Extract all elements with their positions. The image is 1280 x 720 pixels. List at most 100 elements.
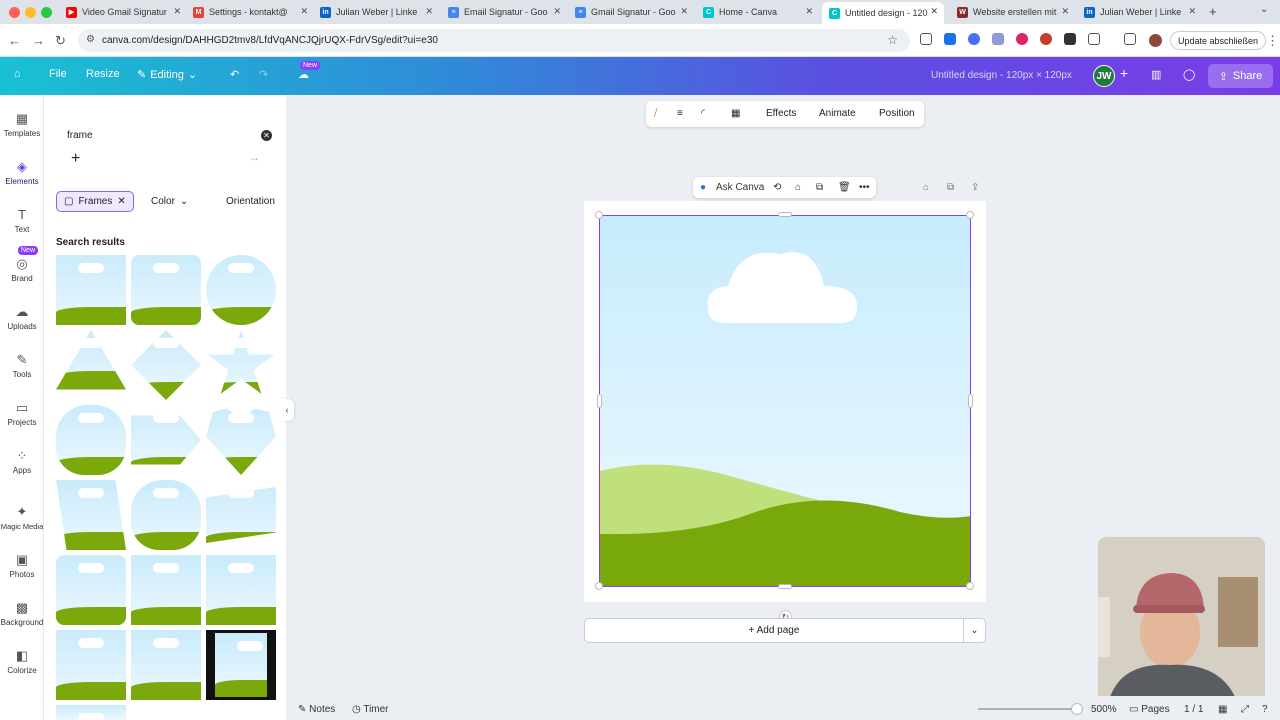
collapse-panel-icon[interactable]: ‹ [280, 399, 294, 421]
browser-tab-active[interactable]: C Untitled design - 120 ✕ [822, 2, 944, 24]
corner-rounding-icon[interactable]: ◜ [701, 108, 705, 119]
frame-result[interactable] [206, 255, 276, 325]
rail-item-apps[interactable]: ⁘ Apps [0, 448, 44, 475]
close-tab-icon[interactable]: ✕ [173, 6, 181, 17]
add-icon[interactable]: + [71, 150, 80, 168]
delete-icon[interactable]: 🗑 [838, 182, 851, 193]
resize-handle[interactable] [966, 211, 974, 219]
resize-handle[interactable] [595, 211, 603, 219]
browser-tab[interactable]: in Julian Weber | Linke ✕ [320, 2, 433, 22]
resize-handle[interactable] [595, 582, 603, 590]
frame-result[interactable] [56, 480, 126, 550]
zoom-level[interactable]: 500% [1091, 704, 1117, 715]
clear-search-icon[interactable]: ✕ [261, 130, 272, 141]
browser-tab[interactable]: in Julian Weber | Linke ✕ [1084, 2, 1196, 22]
rail-item-text[interactable]: T Text [0, 207, 44, 234]
frame-result[interactable] [131, 555, 201, 625]
resize-handle[interactable] [778, 584, 792, 589]
comment-icon[interactable]: ◯ [1183, 68, 1195, 81]
reload-icon[interactable]: ↻ [55, 33, 66, 49]
close-tab-icon[interactable]: ✕ [930, 6, 938, 17]
user-avatar[interactable]: JW [1093, 65, 1115, 87]
rail-item-tools[interactable]: ✎ Tools [0, 352, 44, 379]
resize-handle[interactable] [597, 394, 602, 408]
minimize-window-button[interactable] [25, 7, 36, 18]
frame-result[interactable] [206, 408, 276, 475]
rail-item-photos[interactable]: ▣ Photos [0, 552, 44, 579]
duplicate-icon[interactable]: ⧉ [816, 182, 823, 193]
file-menu[interactable]: File [49, 68, 67, 80]
profile-avatar[interactable] [1149, 34, 1162, 47]
zoom-slider[interactable] [978, 708, 1078, 710]
extension-icon[interactable] [944, 33, 956, 45]
lock-icon[interactable]: ⌂ [795, 182, 801, 193]
add-page-button[interactable]: + Add page [584, 618, 964, 643]
frame-result[interactable] [56, 405, 126, 475]
home-icon[interactable]: ⌂ [14, 68, 21, 80]
browser-tab[interactable]: W Website erstellen mit ✕ [957, 2, 1069, 22]
redo-icon[interactable]: ↷ [259, 68, 268, 81]
frame-result-film[interactable] [206, 630, 276, 700]
close-tab-icon[interactable]: ✕ [425, 6, 433, 17]
more-icon[interactable]: ••• [859, 182, 870, 193]
frame-result[interactable] [56, 255, 126, 325]
share-button[interactable]: ⇪ Share [1208, 64, 1273, 88]
pages-button[interactable]: ▭ Pages [1129, 704, 1170, 715]
extension-icon[interactable] [992, 33, 1004, 45]
browser-tab[interactable]: M Settings - kontakt@ ✕ [193, 2, 308, 22]
screenshot-icon[interactable] [920, 33, 932, 45]
close-window-button[interactable] [9, 7, 20, 18]
frame-result[interactable] [206, 555, 276, 625]
add-collaborator-icon[interactable]: + [1120, 65, 1128, 81]
duplicate-page-icon[interactable]: ⧉ [947, 182, 954, 193]
fullscreen-icon[interactable]: ⤢ [1241, 704, 1249, 715]
frame-result[interactable] [131, 415, 201, 465]
add-page-icon[interactable]: ⇪ [971, 182, 979, 193]
remove-filter-icon[interactable]: ✕ [117, 196, 125, 207]
browser-tab[interactable]: ≡ Email Signatur - Goo ✕ [448, 2, 561, 22]
rail-item-colorize[interactable]: ◧ Colorize [0, 648, 44, 675]
resize-button[interactable]: Resize [86, 68, 120, 80]
resize-handle[interactable] [778, 212, 792, 217]
rail-item-elements[interactable]: ◈ Elements [0, 159, 44, 186]
address-bar[interactable]: ⚙ canva.com/design/DAHHGD2tmv8/LfdVqANCJ… [78, 29, 910, 52]
close-tab-icon[interactable]: ✕ [553, 6, 561, 17]
filter-chip-orientation[interactable]: Orientation [219, 191, 279, 212]
timer-button[interactable]: ◷ Timer [352, 704, 389, 715]
frame-result[interactable] [131, 480, 201, 550]
undo-icon[interactable]: ↶ [230, 68, 239, 81]
browser-tab[interactable]: ≡ Gmail Signatur - Goo ✕ [575, 2, 688, 22]
frame-result[interactable] [131, 630, 201, 700]
rail-item-background[interactable]: ▩ Background [0, 600, 44, 627]
comment-add-icon[interactable]: ⟲ [773, 182, 781, 193]
grid-view-icon[interactable]: ▦ [1218, 704, 1227, 715]
back-icon[interactable]: ← [8, 33, 21, 48]
notes-button[interactable]: ✎ Notes [298, 704, 335, 715]
menu-icon[interactable]: ⋮ [1266, 33, 1279, 49]
update-button[interactable]: Update abschließen [1170, 31, 1267, 50]
extension-icon[interactable] [968, 33, 980, 45]
border-style-icon[interactable]: ≡ [677, 108, 683, 119]
selected-frame[interactable] [599, 215, 971, 587]
animate-button[interactable]: Animate [819, 108, 856, 119]
bookmark-star-icon[interactable]: ☆ [887, 33, 898, 47]
resize-handle[interactable] [966, 582, 974, 590]
frame-result[interactable] [131, 330, 201, 400]
new-tab-button[interactable]: + [1209, 4, 1217, 19]
resize-handle[interactable] [968, 394, 973, 408]
rail-item-projects[interactable]: ▭ Projects [0, 400, 44, 427]
browser-tab[interactable]: C Home - Canva ✕ [703, 2, 813, 22]
filter-chip-color[interactable]: Color ⌄ [144, 191, 196, 212]
frame-result[interactable] [56, 705, 126, 720]
adblock-icon[interactable] [1016, 33, 1028, 45]
rail-item-magic-media[interactable]: ✦ Magic Media [0, 504, 44, 531]
zoom-slider-handle[interactable] [1071, 703, 1083, 715]
download-icon[interactable] [1124, 33, 1136, 45]
editing-mode-button[interactable]: ✎ Editing ⌄ [137, 68, 197, 82]
effects-button[interactable]: Effects [766, 108, 796, 119]
search-input[interactable]: frame [67, 130, 93, 141]
help-icon[interactable]: ? [1262, 704, 1268, 715]
frame-result[interactable] [56, 555, 126, 625]
tab-search-icon[interactable]: ⌄ [1260, 4, 1268, 15]
arrow-right-icon[interactable]: → [248, 150, 260, 164]
